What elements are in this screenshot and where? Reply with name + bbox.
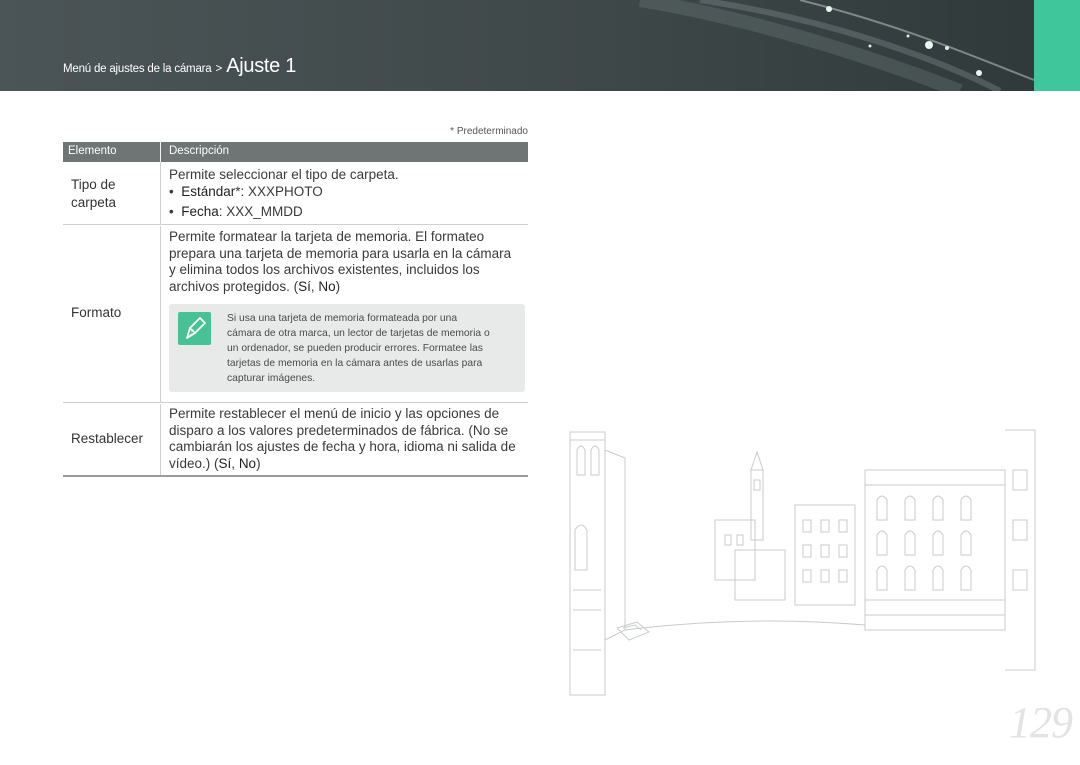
note-line: Si usa una tarjeta de memoria formateada… — [227, 313, 458, 324]
bullet-key: Estándar — [181, 184, 236, 199]
desc-line: Permite restablecer el menú de inicio y … — [169, 406, 500, 421]
column-header-description: Descripción — [169, 145, 230, 157]
desc-text: archivos protegidos. ( — [169, 278, 299, 294]
bullet-date: • Fecha: XXX_MMDD — [169, 204, 303, 219]
format-description: Permite formatear la tarjeta de memoria.… — [169, 229, 524, 295]
pen-note-icon — [178, 312, 211, 345]
desc-line: disparo a los valores predeterminados de… — [169, 422, 509, 438]
desc-line: y elimina todos los archivos existentes,… — [169, 262, 480, 277]
desc-text: ) — [335, 278, 341, 294]
desc-text: vídeo.) ( — [169, 455, 219, 471]
desc-line: Permite formatear la tarjeta de memoria.… — [169, 229, 485, 244]
option-yes: Sí — [218, 455, 232, 471]
note-line: cámara de otra marca, un lector de tarje… — [227, 328, 490, 339]
header-banner: Menú de ajustes de la cámara > Ajuste 1 — [0, 0, 1080, 91]
row-label-format: Formato — [71, 305, 122, 320]
label-line: carpeta — [71, 195, 117, 210]
bullet-key: Fecha — [181, 204, 219, 219]
column-divider — [160, 162, 161, 224]
bullet-dot: • — [169, 184, 182, 199]
header-divider — [160, 142, 161, 162]
table-header: Elemento Descripción — [63, 142, 528, 162]
breadcrumb: Menú de ajustes de la cámara > Ajuste 1 — [63, 55, 296, 78]
desc-line: prepara una tarjeta de memoria para usar… — [169, 245, 512, 261]
column-divider — [160, 404, 161, 476]
accent-tab — [1034, 0, 1080, 91]
breadcrumb-separator: > — [215, 63, 223, 75]
desc-line: cambiarán los ajustes de fecha y hora, i… — [169, 439, 516, 454]
note-line: un ordenador, se pueden producir errores… — [227, 343, 483, 354]
note-line: tarjetas de memoria en la cámara antes d… — [227, 358, 483, 369]
row-divider — [63, 224, 528, 225]
row-label-folder-type: Tipo de carpeta — [71, 176, 116, 212]
option-no: No — [238, 455, 257, 471]
row-label-reset: Restablecer — [71, 431, 144, 446]
folder-type-intro: Permite seleccionar el tipo de carpeta. — [169, 167, 399, 182]
table-bottom-border — [63, 475, 528, 477]
breadcrumb-parent: Menú de ajustes de la cámara — [63, 63, 212, 75]
note-text: Si usa una tarjeta de memoria formateada… — [227, 311, 519, 386]
city-canal-illustration — [569, 429, 1036, 696]
option-no: No — [318, 278, 336, 294]
column-header-element: Elemento — [68, 145, 117, 157]
option-yes: Sí — [298, 278, 311, 294]
bullet-standard: • Estándar*: XXXPHOTO — [169, 184, 323, 199]
label-line: Tipo de — [71, 177, 116, 192]
bullet-value: *: XXXPHOTO — [235, 184, 323, 199]
bullet-dot: • — [169, 204, 182, 219]
desc-text: ) — [256, 455, 261, 471]
page-number: 129 — [1009, 698, 1073, 747]
row-divider — [63, 402, 528, 403]
option-sep: , — [231, 455, 239, 471]
note-box: Si usa una tarjeta de memoria formateada… — [169, 304, 525, 392]
note-line: capturar imágenes. — [227, 373, 316, 384]
default-note: * Predeterminado — [450, 126, 528, 137]
bullet-value: : XXX_MMDD — [218, 204, 303, 219]
desc-line: vídeo.) (Sí, No) — [169, 456, 524, 473]
page-title: Ajuste 1 — [226, 55, 297, 77]
column-divider — [160, 226, 161, 402]
desc-line: archivos protegidos. (Sí, No) — [169, 279, 524, 296]
reset-description: Permite restablecer el menú de inicio y … — [169, 406, 524, 472]
